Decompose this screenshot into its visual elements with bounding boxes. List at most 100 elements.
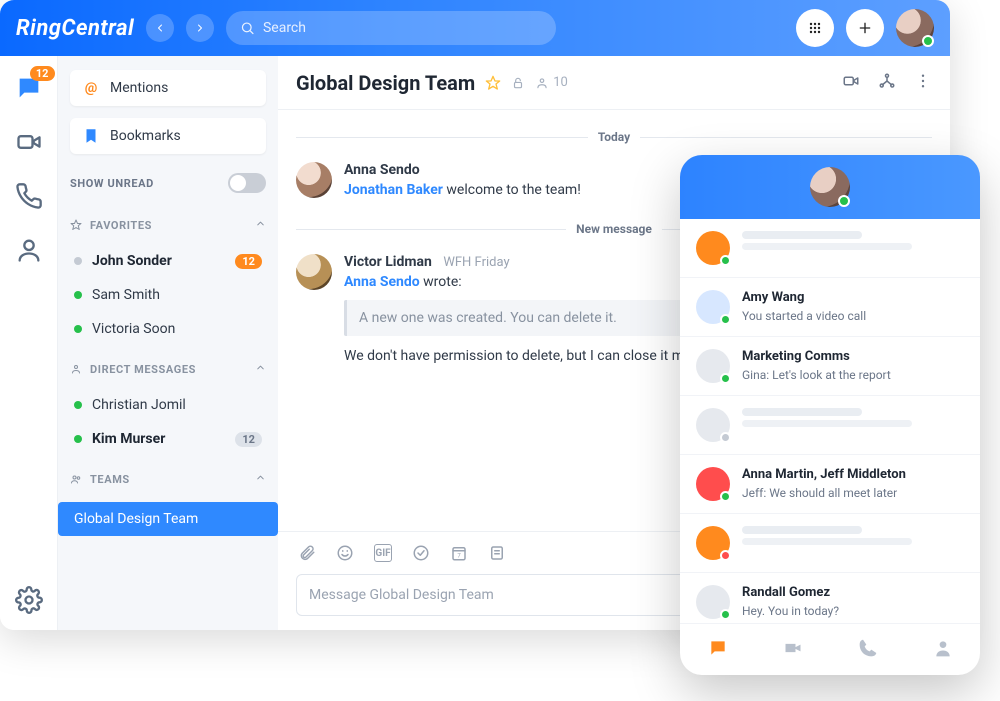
members-button[interactable]: 10 — [535, 75, 568, 90]
calendar-button[interactable]: 7 — [450, 544, 468, 562]
mobile-preview: Amy WangYou started a video call Marketin… — [680, 155, 980, 675]
phone-icon — [15, 182, 43, 210]
contact-name: Christian Jomil — [92, 397, 186, 413]
mobile-conv-item[interactable]: Amy WangYou started a video call — [680, 278, 980, 337]
sidebar-mentions[interactable]: @ Mentions — [70, 70, 266, 106]
mobile-avatar[interactable] — [810, 167, 850, 207]
chevron-up-icon — [255, 472, 266, 486]
conv-body: Randall GomezHey. You in today? — [742, 585, 964, 618]
date-divider: Today — [296, 130, 932, 144]
chevron-right-icon — [194, 22, 206, 34]
share-button[interactable] — [878, 72, 896, 94]
presence-dot — [720, 550, 731, 561]
conv-avatar — [696, 349, 730, 383]
privacy-button[interactable] — [511, 76, 525, 90]
mobile-tab-video[interactable] — [783, 638, 803, 662]
contact-name: Victoria Soon — [92, 321, 175, 337]
video-icon — [783, 638, 803, 658]
conv-avatar — [696, 526, 730, 560]
presence-dot — [720, 609, 731, 620]
presence-dot — [720, 255, 731, 266]
favorites-header[interactable]: FAVORITES — [70, 210, 266, 240]
conv-avatar — [696, 231, 730, 265]
svg-text:7: 7 — [457, 553, 461, 560]
sidebar-fav-victoria[interactable]: Victoria Soon — [70, 314, 266, 344]
sidebar-bookmarks[interactable]: Bookmarks — [70, 118, 266, 154]
add-button[interactable] — [846, 9, 884, 47]
dm-label: DIRECT MESSAGES — [90, 363, 196, 376]
mobile-tab-contacts[interactable] — [933, 638, 953, 662]
sidebar-dm-christian[interactable]: Christian Jomil — [70, 390, 266, 420]
skeleton-line — [742, 526, 862, 534]
skeleton-line — [742, 243, 912, 250]
gif-button[interactable]: GIF — [374, 544, 392, 562]
emoji-button[interactable] — [336, 544, 354, 562]
calendar-icon: 7 — [450, 544, 468, 562]
conv-body — [742, 408, 964, 427]
nav-back-button[interactable] — [146, 14, 174, 42]
mobile-conv-item[interactable]: Randall GomezHey. You in today? — [680, 573, 980, 623]
sidebar-fav-sam[interactable]: Sam Smith — [70, 280, 266, 310]
message-avatar[interactable] — [296, 254, 332, 290]
dialpad-button[interactable] — [796, 9, 834, 47]
rail-video[interactable] — [15, 128, 43, 156]
mobile-conv-item[interactable]: Marketing CommsGina: Let's look at the r… — [680, 337, 980, 396]
more-button[interactable] — [914, 72, 932, 94]
chevron-up-icon — [255, 362, 266, 376]
nav-forward-button[interactable] — [186, 14, 214, 42]
favorites-label: FAVORITES — [90, 219, 152, 232]
profile-avatar[interactable] — [896, 9, 934, 47]
dm-header[interactable]: DIRECT MESSAGES — [70, 354, 266, 384]
conv-avatar — [696, 408, 730, 442]
team-name: Global Design Team — [74, 511, 198, 527]
bookmark-icon — [82, 127, 100, 145]
presence-dot — [74, 291, 82, 299]
mention-link[interactable]: Anna Sendo — [344, 274, 420, 290]
paperclip-icon — [298, 544, 316, 562]
favorite-button[interactable] — [485, 75, 501, 91]
sidebar-team-global-design[interactable]: Global Design Team — [58, 502, 278, 536]
conv-body: Amy WangYou started a video call — [742, 290, 964, 323]
at-icon: @ — [82, 79, 100, 97]
conv-preview: Jeff: We should all meet later — [742, 486, 964, 500]
video-icon — [15, 128, 43, 156]
mobile-tab-phone[interactable] — [858, 638, 878, 662]
conv-avatar — [696, 467, 730, 501]
teams-header[interactable]: TEAMS — [70, 464, 266, 494]
note-button[interactable] — [488, 544, 506, 562]
message-author: Victor Lidman — [344, 254, 432, 270]
unread-badge: 12 — [235, 432, 262, 447]
sidebar-fav-john[interactable]: John Sonder 12 — [70, 246, 266, 276]
star-icon — [485, 75, 501, 91]
sidebar-dm-kim[interactable]: Kim Murser 12 — [70, 424, 266, 454]
person-icon — [535, 76, 549, 90]
mention-link[interactable]: Jonathan Baker — [344, 182, 443, 198]
quoted-message: A new one was created. You can delete it… — [344, 300, 731, 336]
task-button[interactable] — [412, 544, 430, 562]
skeleton-line — [742, 408, 862, 416]
search-input[interactable] — [263, 20, 542, 36]
contact-name: Sam Smith — [92, 287, 160, 303]
mobile-conv-item[interactable] — [680, 219, 980, 278]
mobile-conv-item[interactable] — [680, 396, 980, 455]
rail-contacts[interactable] — [15, 236, 43, 264]
rail-messages[interactable]: 12 — [15, 74, 43, 102]
show-unread-row: SHOW UNREAD — [70, 166, 266, 200]
conv-name: Anna Martin, Jeff Middleton — [742, 467, 964, 482]
mobile-conv-list: Amy WangYou started a video call Marketin… — [680, 219, 980, 623]
message-avatar[interactable] — [296, 162, 332, 198]
search-box[interactable] — [226, 11, 556, 45]
person-icon — [933, 638, 953, 658]
conv-preview: Hey. You in today? — [742, 604, 964, 618]
attach-button[interactable] — [298, 544, 316, 562]
unread-badge: 12 — [235, 254, 262, 269]
skeleton-line — [742, 538, 912, 545]
mobile-conv-item[interactable]: Anna Martin, Jeff Middleton Jeff: We shou… — [680, 455, 980, 514]
start-video-button[interactable] — [842, 72, 860, 94]
rail-phone[interactable] — [15, 182, 43, 210]
show-unread-toggle[interactable] — [228, 173, 266, 193]
mobile-tab-messages[interactable] — [708, 638, 728, 662]
conv-avatar — [696, 290, 730, 324]
mobile-conv-item[interactable] — [680, 514, 980, 573]
rail-settings[interactable] — [15, 586, 43, 614]
